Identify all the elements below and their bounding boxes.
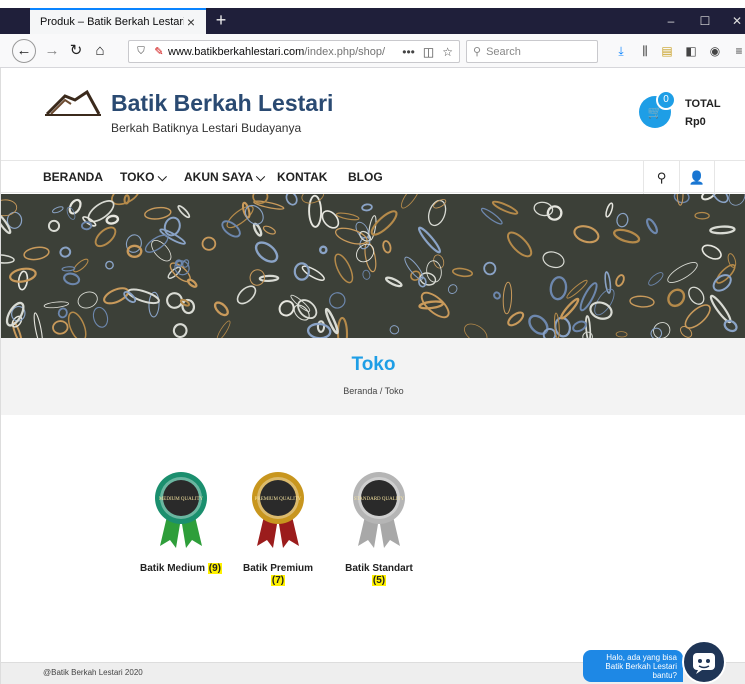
batik-banner-image	[1, 194, 745, 338]
close-window-button[interactable]: ✕	[722, 8, 745, 34]
forward-icon[interactable]: →	[40, 39, 64, 63]
bookmark-star-icon[interactable]: ☆	[442, 45, 453, 59]
menu-icon[interactable]: ≡	[730, 42, 745, 60]
chat-bot-icon	[693, 653, 715, 674]
back-icon[interactable]: ←	[12, 39, 36, 63]
pocket-icon[interactable]: ◫	[423, 45, 434, 59]
category-count: (7)	[270, 575, 286, 586]
menu-item-beranda[interactable]: BERANDA	[43, 161, 103, 194]
premium-quality-badge-icon: PREMIUM QUALITY	[252, 472, 304, 548]
menu-item-toko[interactable]: TOKO ⌵	[120, 161, 167, 194]
tracking-shield-icon[interactable]: ⛉	[132, 46, 150, 57]
tab-title: Produk – Batik Berkah Lestari	[40, 16, 184, 28]
category-name[interactable]: Batik Premium	[243, 563, 313, 574]
browser-toolbar: ← → ↻ ⌂ ⛉ ✎ www.batikberkahlestari.com/i…	[0, 34, 745, 68]
chat-message-bubble[interactable]: Halo, ada yang bisa Batik Berkah Lestari…	[583, 650, 683, 682]
cart-total-label: TOTAL	[685, 98, 721, 110]
url-bar[interactable]: ⛉ ✎ www.batikberkahlestari.com/index.php…	[128, 40, 460, 63]
window-top-strip	[0, 0, 745, 8]
insecure-lock-icon[interactable]: ✎	[150, 45, 168, 58]
extension-icon[interactable]: ▤	[658, 42, 676, 60]
new-tab-button[interactable]: +	[210, 8, 232, 34]
cart-total-value: Rp0	[685, 116, 706, 128]
search-input[interactable]: ⚲ Search	[466, 40, 598, 63]
site-title[interactable]: Batik Berkah Lestari	[111, 90, 333, 117]
category-batik-premium[interactable]: PREMIUM QUALITY Batik Premium (7)	[223, 468, 333, 587]
medium-quality-badge-icon: MEDIUM QUALITY	[155, 472, 207, 548]
category-batik-medium[interactable]: MEDIUM QUALITY Batik Medium (9)	[126, 468, 236, 575]
page-header: Toko Beranda / Toko	[1, 338, 745, 415]
category-name[interactable]: Batik Medium	[140, 563, 205, 574]
account-icon[interactable]: ◉	[706, 42, 724, 60]
sidebar-icon[interactable]: ◧	[682, 42, 700, 60]
library-icon[interactable]: ⫼	[636, 42, 654, 60]
main-menu: BERANDA TOKO ⌵ AKUN SAYA ⌵ KONTAK BLOG ⚲…	[1, 160, 745, 194]
chat-widget-button[interactable]	[682, 640, 726, 684]
page-actions-icon[interactable]: •••	[402, 45, 415, 59]
url-domain: www.batikberkahlestari.com	[168, 45, 305, 58]
tab-bar: Produk – Batik Berkah Lestari × + – ☐ ✕	[0, 8, 745, 34]
page-title: Toko	[351, 354, 396, 375]
browser-tab[interactable]: Produk – Batik Berkah Lestari ×	[30, 8, 206, 34]
reload-icon[interactable]: ↻	[64, 39, 88, 63]
roof-logo-icon	[45, 89, 101, 116]
category-batik-standart[interactable]: STANDARD QUALITY Batik Standart (5)	[324, 468, 434, 587]
badge-label: MEDIUM QUALITY	[159, 497, 204, 502]
footer-copyright: @Batik Berkah Lestari 2020	[43, 668, 143, 677]
maximize-button[interactable]: ☐	[690, 8, 720, 34]
category-count: (9)	[207, 563, 223, 574]
minimize-button[interactable]: –	[656, 8, 686, 34]
tab-close-icon[interactable]: ×	[184, 14, 198, 30]
search-placeholder: Search	[486, 45, 521, 58]
url-path: /index.php/shop/	[304, 45, 386, 58]
search-icon: ⚲	[473, 46, 482, 58]
menu-item-blog[interactable]: BLOG	[348, 161, 383, 194]
standard-quality-badge-icon: STANDARD QUALITY	[353, 472, 405, 548]
category-name[interactable]: Batik Standart	[345, 563, 413, 574]
search-icon[interactable]: ⚲	[643, 161, 679, 194]
url-text[interactable]: www.batikberkahlestari.com/index.php/sho…	[168, 46, 402, 58]
category-count: (5)	[371, 575, 387, 586]
cart-count-badge: 0	[656, 90, 676, 110]
home-icon[interactable]: ⌂	[88, 39, 112, 63]
web-page: Batik Berkah Lestari Berkah Batiknya Les…	[0, 68, 745, 684]
user-account-icon[interactable]: 👤	[679, 161, 715, 194]
site-tagline: Berkah Batiknya Lestari Budayanya	[111, 121, 302, 135]
breadcrumb: Beranda / Toko	[343, 386, 404, 396]
site-logo[interactable]	[45, 88, 101, 120]
menu-item-akun-saya[interactable]: AKUN SAYA ⌵	[184, 161, 265, 194]
badge-label: STANDARD QUALITY	[354, 497, 405, 502]
batik-pattern-image	[1, 194, 745, 338]
download-icon[interactable]: ⤓	[612, 42, 630, 60]
badge-label: PREMIUM QUALITY	[255, 497, 302, 502]
menu-item-kontak[interactable]: KONTAK	[277, 161, 327, 194]
